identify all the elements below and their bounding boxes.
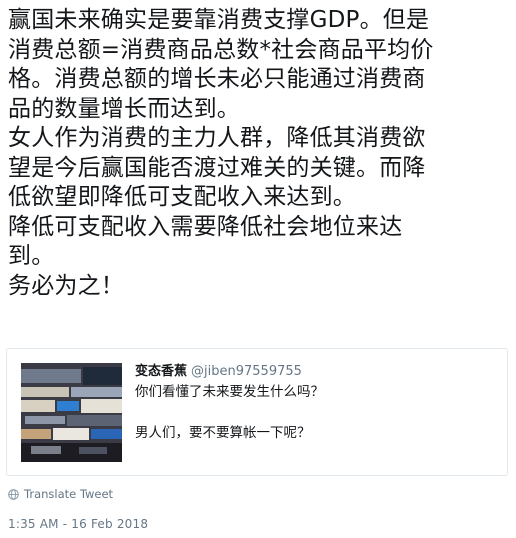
tweet-line: 格。消费总额的增长未必只能通过消费商 <box>8 66 426 92</box>
quoted-tweet-card[interactable]: 变态香蕉 @jiben97559755 你们看懂了未来要发生什么吗？ 男人们，要不… <box>6 348 508 476</box>
tweet-line: 消费总额=消费商品总数*社会商品平均价 <box>8 36 434 63</box>
quoted-handle[interactable]: @jiben97559755 <box>191 364 302 379</box>
translate-tweet-button[interactable]: Translate Tweet <box>8 487 113 501</box>
quoted-tweet-line: 你们看懂了未来要发生什么吗？ <box>135 384 324 400</box>
tweet-line: 到。 <box>8 243 55 269</box>
tweet-line: 赢国未来确实是要靠消费支撑GDP。但是 <box>8 7 430 33</box>
tweet-line: 务必为之！ <box>8 272 124 299</box>
quoted-tweet-thumbnail <box>21 363 122 462</box>
quoted-display-name[interactable]: 变态香蕉 <box>135 364 187 379</box>
quoted-tweet-header: 变态香蕉 @jiben97559755 <box>135 363 497 381</box>
tweet-timestamp[interactable]: 1:35 AM - 16 Feb 2018 <box>8 517 148 531</box>
tweet-line: 降低可支配收入需要降低社会地位来达 <box>8 213 403 240</box>
globe-icon <box>8 488 19 500</box>
quoted-tweet-content: 变态香蕉 @jiben97559755 你们看懂了未来要发生什么吗？ 男人们，要不… <box>135 363 497 442</box>
tweet-line: 望是今后赢国能否渡过难关的关键。而降 <box>8 154 426 181</box>
quoted-tweet-line: 男人们，要不要算帐一下呢？ <box>135 425 311 441</box>
tweet-line: 女人作为消费的主力人群，降低其消费欲 <box>8 125 426 151</box>
tweet-line: 低欲望即降低可支配收入来达到。 <box>8 184 356 210</box>
tweet-line: 品的数量增长而达到。 <box>8 95 240 122</box>
translate-label: Translate Tweet <box>24 487 114 501</box>
tweet-text: 赢国未来确实是要靠消费支撑GDP。但是 消费总额=消费商品总数*社会商品平均价 … <box>8 6 508 301</box>
